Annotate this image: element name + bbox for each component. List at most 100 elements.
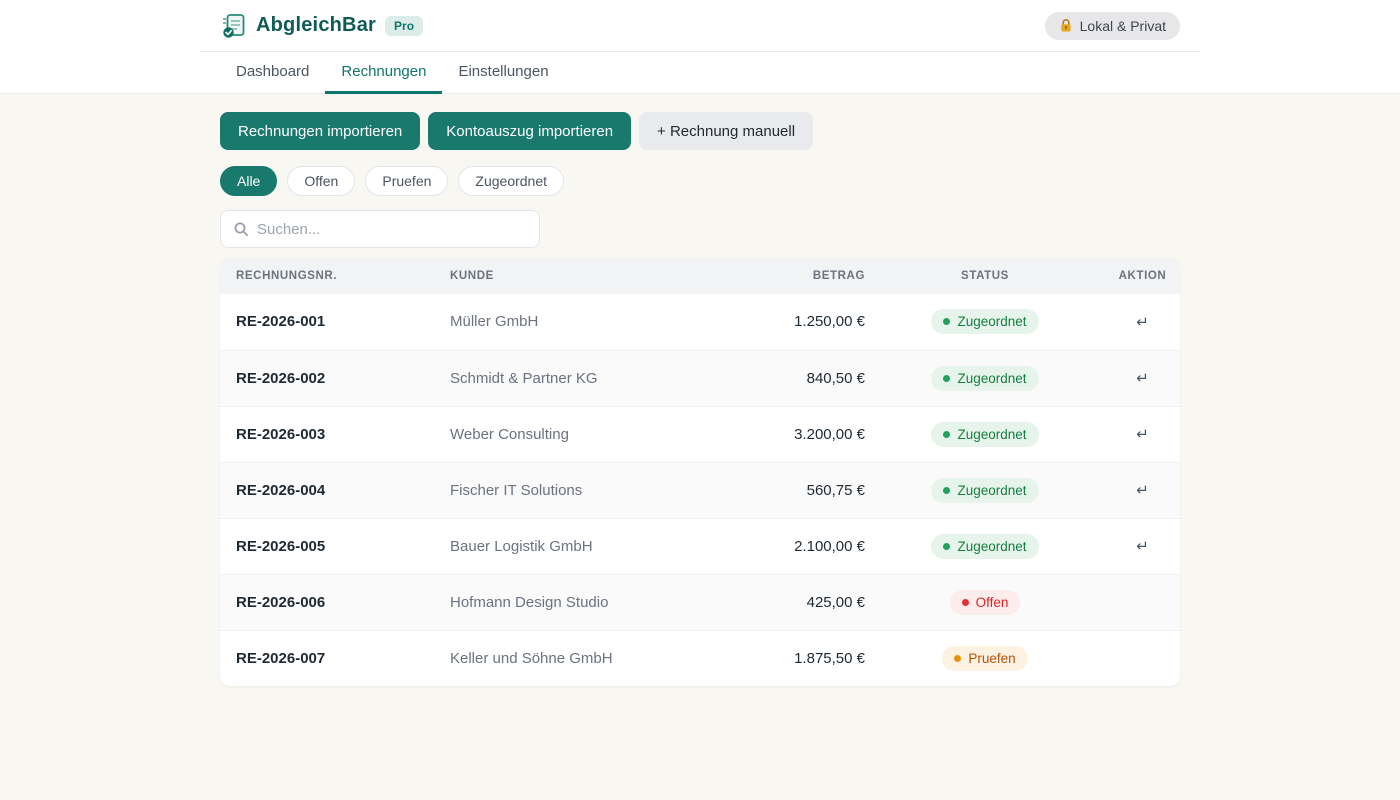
filter-chip[interactable]: Alle — [220, 166, 277, 196]
status-badge: Zugeordnet — [931, 534, 1038, 559]
invoice-row: RE-2026-005 Bauer Logistik GmbH 2.100,00… — [220, 518, 1180, 574]
nav-tab-label: Einstellungen — [458, 63, 548, 80]
invoice-row: RE-2026-004 Fischer IT Solutions 560,75 … — [220, 462, 1180, 518]
search-icon — [233, 221, 249, 237]
status-filters: Alle Offen Pruefen Zugeordnet — [220, 166, 1180, 196]
privacy-badge: Lokal & Privat — [1045, 12, 1180, 40]
customer-name: Weber Consulting — [450, 406, 690, 462]
invoice-table-card: Rechnungsnr. Kunde Betrag Status Aktion … — [220, 258, 1180, 686]
undo-match-icon[interactable]: ↵ — [1136, 426, 1149, 443]
status-cell: Zugeordnet — [865, 462, 1105, 518]
undo-match-icon[interactable]: ↵ — [1136, 482, 1149, 499]
privacy-badge-label: Lokal & Privat — [1080, 18, 1166, 34]
nav-tab[interactable]: Einstellungen — [442, 52, 564, 94]
main-content: Rechnungen importieren Kontoauszug impor… — [200, 94, 1200, 686]
amount: 1.250,00 € — [690, 294, 865, 350]
invoice-row: RE-2026-006 Hofmann Design Studio 425,00… — [220, 574, 1180, 630]
status-dot-icon — [962, 599, 969, 606]
search-box[interactable] — [220, 210, 540, 248]
nav-tab-label: Rechnungen — [341, 63, 426, 80]
invoice-table: Rechnungsnr. Kunde Betrag Status Aktion … — [220, 258, 1180, 686]
invoice-number: RE-2026-003 — [220, 406, 450, 462]
pro-badge: Pro — [385, 16, 423, 36]
action-cell: ↵ — [1105, 462, 1180, 518]
action-cell — [1105, 574, 1180, 630]
nav-tab[interactable]: Rechnungen — [325, 52, 442, 94]
toolbar: Rechnungen importieren Kontoauszug impor… — [220, 112, 1180, 150]
filter-chip-label: Offen — [304, 173, 338, 189]
action-cell: ↵ — [1105, 350, 1180, 406]
status-badge: Zugeordnet — [931, 309, 1038, 334]
brand: AbgleichBar Pro — [220, 12, 423, 39]
column-header-betrag: Betrag — [690, 258, 865, 294]
status-cell: Pruefen — [865, 630, 1105, 686]
filter-chip[interactable]: Offen — [287, 166, 355, 196]
status-label: Zugeordnet — [957, 483, 1026, 498]
customer-name: Keller und Söhne GmbH — [450, 630, 690, 686]
action-cell — [1105, 630, 1180, 686]
status-label: Zugeordnet — [957, 371, 1026, 386]
customer-name: Bauer Logistik GmbH — [450, 518, 690, 574]
invoice-number: RE-2026-004 — [220, 462, 450, 518]
invoice-number: RE-2026-001 — [220, 294, 450, 350]
invoice-row: RE-2026-002 Schmidt & Partner KG 840,50 … — [220, 350, 1180, 406]
column-header-rechnungsnr: Rechnungsnr. — [220, 258, 450, 294]
filter-chip[interactable]: Zugeordnet — [458, 166, 564, 196]
status-badge: Zugeordnet — [931, 478, 1038, 503]
status-dot-icon — [943, 375, 950, 382]
undo-match-icon[interactable]: ↵ — [1136, 314, 1149, 331]
status-label: Zugeordnet — [957, 314, 1026, 329]
import-invoices-button[interactable]: Rechnungen importieren — [220, 112, 420, 150]
status-cell: Zugeordnet — [865, 406, 1105, 462]
undo-match-icon[interactable]: ↵ — [1136, 370, 1149, 387]
status-label: Pruefen — [968, 651, 1015, 666]
nav-tab-label: Dashboard — [236, 63, 309, 80]
search-input[interactable] — [257, 221, 527, 238]
status-cell: Zugeordnet — [865, 518, 1105, 574]
invoice-row: RE-2026-003 Weber Consulting 3.200,00 € … — [220, 406, 1180, 462]
import-statement-button[interactable]: Kontoauszug importieren — [428, 112, 631, 150]
undo-match-icon[interactable]: ↵ — [1136, 538, 1149, 555]
filter-chip[interactable]: Pruefen — [365, 166, 448, 196]
amount: 2.100,00 € — [690, 518, 865, 574]
amount: 425,00 € — [690, 574, 865, 630]
amount: 840,50 € — [690, 350, 865, 406]
status-label: Offen — [976, 595, 1009, 610]
action-cell: ↵ — [1105, 294, 1180, 350]
top-bar: AbgleichBar Pro Lokal & Privat — [200, 0, 1200, 52]
nav-tab[interactable]: Dashboard — [220, 52, 325, 94]
customer-name: Schmidt & Partner KG — [450, 350, 690, 406]
invoice-row: RE-2026-007 Keller und Söhne GmbH 1.875,… — [220, 630, 1180, 686]
invoice-number: RE-2026-002 — [220, 350, 450, 406]
main-nav: Dashboard Rechnungen Einstellungen — [200, 52, 1200, 93]
filter-chip-label: Zugeordnet — [475, 173, 547, 189]
status-dot-icon — [954, 655, 961, 662]
status-cell: Zugeordnet — [865, 350, 1105, 406]
column-header-aktion: Aktion — [1105, 258, 1180, 294]
amount: 3.200,00 € — [690, 406, 865, 462]
app-header: AbgleichBar Pro Lokal & Privat Dash — [0, 0, 1400, 94]
table-header-row: Rechnungsnr. Kunde Betrag Status Aktion — [220, 258, 1180, 294]
action-cell: ↵ — [1105, 518, 1180, 574]
status-label: Zugeordnet — [957, 539, 1026, 554]
status-dot-icon — [943, 318, 950, 325]
amount: 560,75 € — [690, 462, 865, 518]
invoice-number: RE-2026-007 — [220, 630, 450, 686]
status-badge: Offen — [950, 590, 1021, 615]
invoice-number: RE-2026-005 — [220, 518, 450, 574]
status-dot-icon — [943, 543, 950, 550]
invoice-number: RE-2026-006 — [220, 574, 450, 630]
customer-name: Müller GmbH — [450, 294, 690, 350]
action-cell: ↵ — [1105, 406, 1180, 462]
customer-name: Hofmann Design Studio — [450, 574, 690, 630]
status-dot-icon — [943, 487, 950, 494]
status-badge: Zugeordnet — [931, 366, 1038, 391]
status-cell: Zugeordnet — [865, 294, 1105, 350]
app-logo-icon — [220, 12, 247, 39]
customer-name: Fischer IT Solutions — [450, 462, 690, 518]
status-label: Zugeordnet — [957, 427, 1026, 442]
amount: 1.875,50 € — [690, 630, 865, 686]
column-header-status: Status — [865, 258, 1105, 294]
add-manual-invoice-button[interactable]: + Rechnung manuell — [639, 112, 813, 150]
lock-icon — [1059, 18, 1073, 33]
